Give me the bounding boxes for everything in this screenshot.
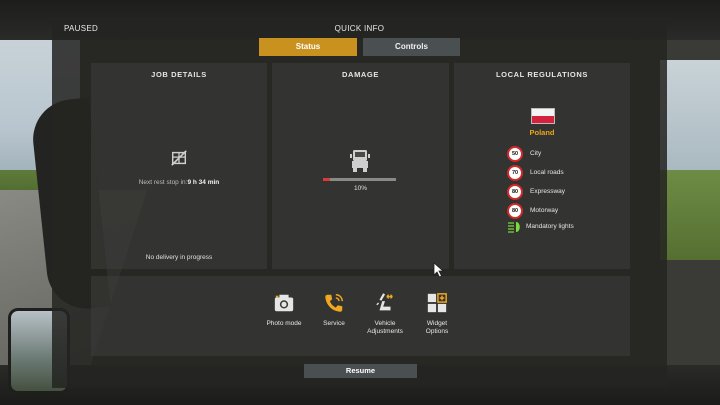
local-regulations-section: LOCAL REGULATIONS Poland 50 City 70 Loca… [454,63,630,269]
speed-limit-row: 70 Local roads [507,164,564,181]
damage-bar-fill [323,178,331,181]
truck-icon [350,150,370,172]
speed-limit-sign-icon: 80 [507,183,523,200]
vehicle-adjustments-label: Vehicle Adjustments [367,320,403,335]
widget-options-button[interactable]: Widget Options [407,292,467,336]
speed-limit-row: 80 Expressway [507,183,566,200]
damage-percent: 10% [353,185,367,192]
speed-limit-sign-icon: 70 [507,164,523,181]
mouse-cursor-icon [433,262,445,278]
damage-title: DAMAGE [342,70,379,79]
headlights-icon [508,221,520,233]
speed-limit-row: 80 Motorway [507,202,559,219]
speed-limit-label: Expressway [530,188,566,195]
speed-limit-sign-icon: 50 [507,145,523,162]
phone-icon [325,294,343,312]
job-details-section: JOB DETAILS Next rest stop in:9 h 34 min… [91,63,267,269]
next-rest-stop: Next rest stop in:9 h 34 min [91,179,267,186]
damage-section: DAMAGE 10% [272,63,449,269]
tab-bar: Status Controls [259,38,460,56]
quick-info-panel: PAUSED QUICK INFO Status Controls JOB DE… [52,18,667,388]
speed-limit-label: Local roads [530,169,564,176]
regulations-title: LOCAL REGULATIONS [495,70,588,79]
resume-button[interactable]: Resume [304,364,417,378]
quick-actions-bar: Photo mode Service Vehicle Adjustments W… [91,276,630,356]
tab-status[interactable]: Status [259,38,357,56]
panel-title: QUICK INFO [334,24,385,33]
rest-stop-value: 9 h 34 min [187,179,220,186]
speed-limit-label: City [530,150,542,157]
no-delivery-icon [171,150,187,166]
widget-grid-icon [427,293,447,313]
widget-options-label: Widget Options [425,320,449,335]
country-name: Poland [529,128,555,137]
speed-limit-row: 50 City [507,145,542,162]
speed-limit-sign-icon: 80 [507,202,523,219]
damage-bar [323,178,396,181]
mandatory-lights-label: Mandatory lights [526,223,574,230]
job-details-title: JOB DETAILS [151,70,207,79]
tab-controls[interactable]: Controls [363,38,460,56]
speed-limit-label: Motorway [530,207,559,214]
camera-icon [274,294,294,312]
vehicle-adjustments-button[interactable]: Vehicle Adjustments [355,292,415,336]
rest-stop-label: Next rest stop in: [138,179,188,186]
delivery-status: No delivery in progress [145,254,213,261]
poland-flag-icon [531,108,555,124]
seat-adjust-icon [376,293,393,311]
mandatory-lights-row: Mandatory lights [507,219,574,234]
